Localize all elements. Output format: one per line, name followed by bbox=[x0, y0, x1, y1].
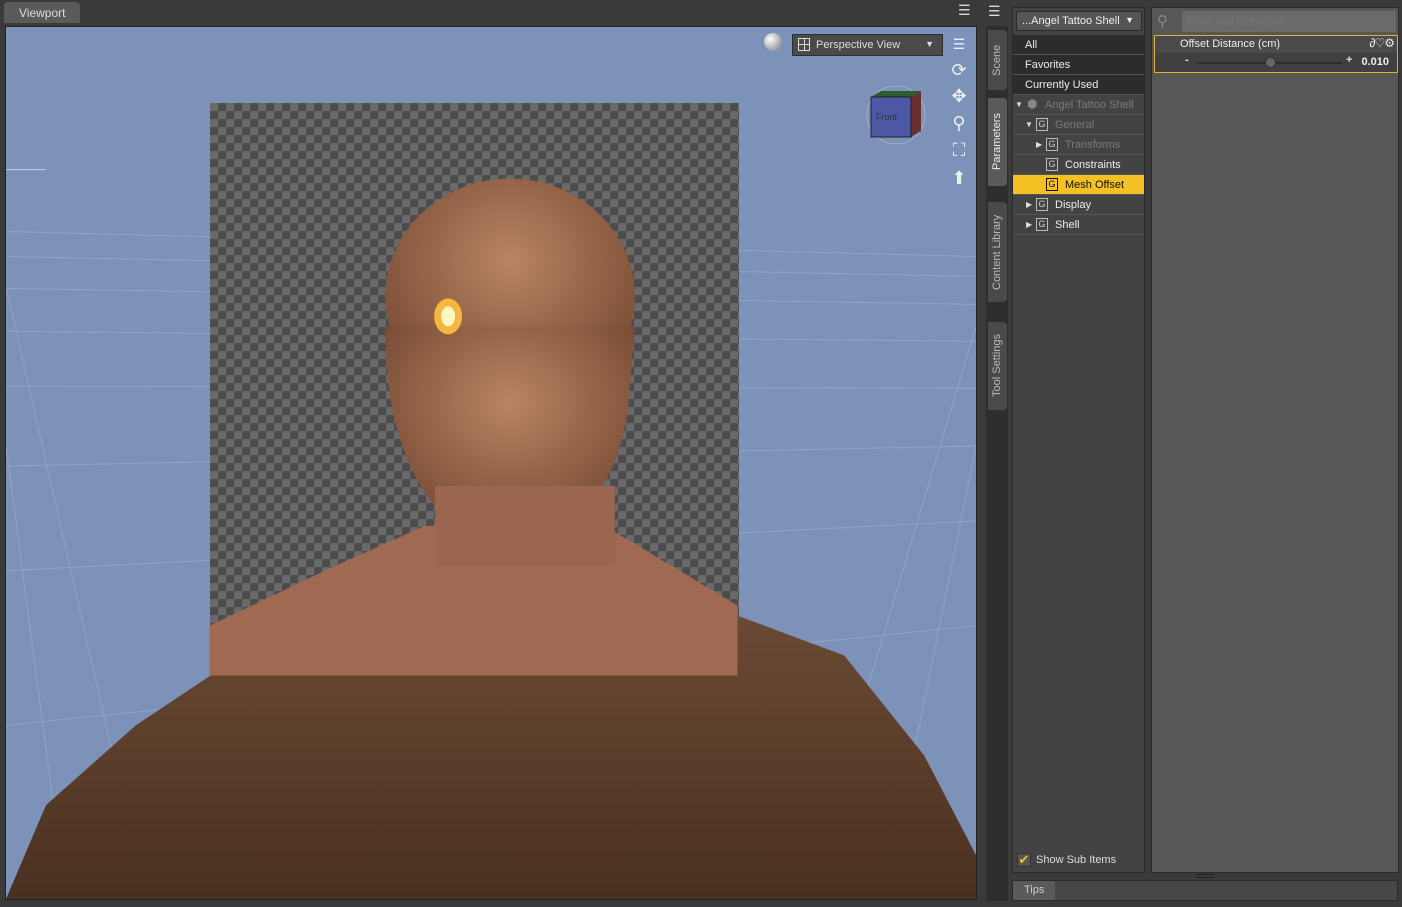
gear-icon[interactable]: ⚙ bbox=[1384, 36, 1395, 50]
viewport-options-icon[interactable]: ☰ bbox=[947, 33, 971, 55]
view-selector-dropdown[interactable]: Perspective View ▼ bbox=[792, 34, 943, 56]
tree-item-angel-tattoo-shell[interactable]: ▼ ⬢ Angel Tattoo Shell bbox=[1013, 95, 1144, 115]
reset-view-icon[interactable]: ⬆ bbox=[947, 167, 971, 189]
decrement-button[interactable]: - bbox=[1185, 54, 1189, 66]
zoom-icon[interactable]: ⚲ bbox=[947, 112, 971, 134]
parameter-offset-distance[interactable]: Offset Distance (cm) ∂♡⚙ - + 0.010 bbox=[1154, 35, 1398, 73]
tree-item-label: Angel Tattoo Shell bbox=[1045, 99, 1134, 111]
collapse-arrow-icon[interactable]: ▶ bbox=[1026, 220, 1032, 229]
group-icon: G bbox=[1046, 178, 1058, 191]
collapse-arrow-icon[interactable]: ▶ bbox=[1036, 140, 1042, 149]
tree-item-label: Shell bbox=[1055, 219, 1080, 231]
parameter-value[interactable]: 0.010 bbox=[1361, 56, 1389, 68]
slider-knob[interactable] bbox=[1264, 57, 1276, 68]
figure-node-icon: ⬢ bbox=[1027, 97, 1038, 111]
tab-parameters[interactable]: Parameters bbox=[988, 98, 1007, 186]
pane-menu-icon[interactable]: ☰ bbox=[988, 3, 1001, 20]
tree-item-label: General bbox=[1055, 119, 1095, 131]
search-icon[interactable]: ⚲ bbox=[1157, 12, 1168, 30]
tree-item-mesh-offset[interactable]: G Mesh Offset bbox=[1013, 175, 1144, 195]
tab-tool-settings[interactable]: Tool Settings bbox=[988, 322, 1007, 410]
tree-item-label: Transforms bbox=[1065, 139, 1121, 151]
group-icon: G bbox=[1046, 138, 1058, 151]
category-all[interactable]: All bbox=[1013, 35, 1144, 55]
chevron-down-icon: ▼ bbox=[925, 39, 934, 49]
show-sub-items-label: Show Sub Items bbox=[1036, 854, 1117, 866]
viewport-menu-icon[interactable]: ☰ bbox=[958, 3, 976, 19]
tab-content-library[interactable]: Content Library bbox=[988, 202, 1007, 302]
orbit-icon[interactable]: ⟳ bbox=[947, 59, 971, 81]
chevron-down-icon: ▼ bbox=[1125, 15, 1134, 25]
tab-tips[interactable]: Tips bbox=[1013, 881, 1055, 900]
tree-item-shell[interactable]: ▶ G Shell bbox=[1013, 215, 1144, 235]
tree-item-constraints[interactable]: G Constraints bbox=[1013, 155, 1144, 175]
parameter-categories-pane: ...Angel Tattoo Shell ▼ All Favorites Cu… bbox=[1012, 7, 1145, 873]
node-selector-label: ...Angel Tattoo Shell bbox=[1022, 15, 1120, 27]
tab-viewport[interactable]: Viewport bbox=[4, 2, 80, 23]
tree-item-label: Display bbox=[1055, 199, 1092, 211]
view-selector-label: Perspective View bbox=[816, 39, 901, 51]
draw-style-icon[interactable] bbox=[764, 33, 782, 51]
node-selector-dropdown[interactable]: ...Angel Tattoo Shell ▼ bbox=[1016, 11, 1142, 31]
view-cube[interactable]: Front bbox=[866, 85, 926, 145]
increment-button[interactable]: + bbox=[1346, 54, 1352, 66]
tree-item-general[interactable]: ▼ G General bbox=[1013, 115, 1144, 135]
figure-model[interactable] bbox=[6, 27, 976, 899]
tree-item-label: Mesh Offset bbox=[1065, 179, 1125, 191]
parameter-name: Offset Distance (cm) bbox=[1180, 38, 1281, 50]
category-favorites[interactable]: Favorites bbox=[1013, 55, 1144, 75]
collapse-arrow-icon[interactable]: ▶ bbox=[1026, 200, 1032, 209]
window-icon bbox=[798, 38, 810, 51]
group-icon: G bbox=[1036, 218, 1048, 231]
expand-arrow-icon[interactable]: ▼ bbox=[1025, 120, 1033, 129]
tips-bar: Tips bbox=[1012, 880, 1398, 901]
tree-item-transforms[interactable]: ▶ G Transforms bbox=[1013, 135, 1144, 155]
group-icon: G bbox=[1046, 158, 1058, 171]
frame-icon[interactable]: ⛶ bbox=[947, 139, 971, 161]
parameters-list-pane: ⚲ Offset Distance (cm) ∂♡⚙ - + 0.010 bbox=[1151, 7, 1399, 873]
tree-item-label: Constraints bbox=[1065, 159, 1121, 171]
pan-icon[interactable]: ✥ bbox=[947, 85, 971, 107]
category-currently-used[interactable]: Currently Used bbox=[1013, 75, 1144, 95]
filter-input[interactable] bbox=[1182, 11, 1396, 32]
side-tab-strip: Scene Parameters Content Library Tool Se… bbox=[986, 26, 1008, 901]
pane-splitter-handle[interactable] bbox=[1196, 874, 1214, 878]
tab-scene[interactable]: Scene bbox=[988, 30, 1007, 90]
group-icon: G bbox=[1036, 118, 1048, 131]
checkmark-icon[interactable]: ✔ bbox=[1017, 853, 1031, 867]
expand-arrow-icon[interactable]: ▼ bbox=[1015, 100, 1023, 109]
viewport-3d[interactable]: Perspective View ▼ ☰ ⟳ ✥ ⚲ ⛶ ⬆ Front bbox=[5, 26, 977, 900]
cube-front-label: Front bbox=[876, 112, 898, 122]
group-icon: G bbox=[1036, 198, 1048, 211]
tree-item-display[interactable]: ▶ G Display bbox=[1013, 195, 1144, 215]
favorite-heart-icon[interactable]: ♡ bbox=[1374, 36, 1385, 50]
